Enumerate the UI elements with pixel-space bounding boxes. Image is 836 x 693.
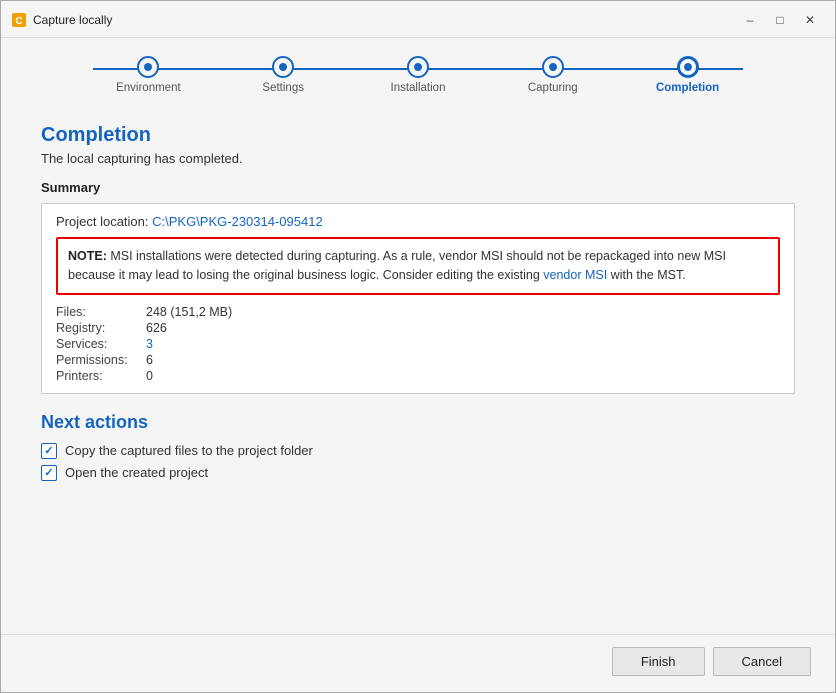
- window-title: Capture locally: [33, 13, 737, 27]
- finish-button[interactable]: Finish: [612, 647, 705, 676]
- step-label-settings: Settings: [262, 82, 304, 94]
- stepper: Environment Settings Installation Captur…: [81, 56, 755, 94]
- stat-label-1: Registry:: [56, 321, 146, 335]
- step-environment: Environment: [81, 56, 216, 94]
- footer: Finish Cancel: [1, 634, 835, 692]
- step-settings: Settings: [216, 56, 351, 94]
- stat-value-3: 6: [146, 353, 780, 367]
- window-controls: – □ ✕: [737, 9, 823, 31]
- step-label-installation: Installation: [391, 82, 446, 94]
- svg-text:C: C: [15, 16, 22, 27]
- stat-value-0: 248 (151,2 MB): [146, 305, 780, 319]
- maximize-button[interactable]: □: [767, 9, 793, 31]
- project-location-link[interactable]: C:\PKG\PKG-230314-095412: [152, 214, 323, 229]
- step-circle-completion: [677, 56, 699, 78]
- main-window: C Capture locally – □ ✕ Environment Set: [0, 0, 836, 693]
- main-content: Completion The local capturing has compl…: [1, 104, 835, 634]
- checkbox-icon-1: ✓: [41, 465, 57, 481]
- step-installation: Installation: [351, 56, 486, 94]
- project-location: Project location: C:\PKG\PKG-230314-0954…: [56, 214, 780, 229]
- project-location-label: Project location:: [56, 214, 149, 229]
- step-circle-capturing: [542, 56, 564, 78]
- stat-value-2: 3: [146, 337, 780, 351]
- close-button[interactable]: ✕: [797, 9, 823, 31]
- step-circle-settings: [272, 56, 294, 78]
- step-label-environment: Environment: [116, 82, 181, 94]
- stat-value-4: 0: [146, 369, 780, 383]
- stats-grid: Files:248 (151,2 MB)Registry:626Services…: [56, 305, 780, 383]
- checkmark-0: ✓: [44, 444, 53, 457]
- step-circle-installation: [407, 56, 429, 78]
- step-label-completion: Completion: [656, 82, 719, 94]
- summary-box: Project location: C:\PKG\PKG-230314-0954…: [41, 203, 795, 394]
- step-circle-environment: [137, 56, 159, 78]
- subtitle: The local capturing has completed.: [41, 151, 795, 166]
- checkmark-1: ✓: [44, 466, 53, 479]
- checkbox-row-0[interactable]: ✓ Copy the captured files to the project …: [41, 443, 795, 459]
- page-title: Completion: [41, 124, 795, 147]
- cancel-button[interactable]: Cancel: [713, 647, 811, 676]
- stat-label-3: Permissions:: [56, 353, 146, 367]
- checkbox-label-0: Copy the captured files to the project f…: [65, 443, 313, 458]
- stepper-area: Environment Settings Installation Captur…: [1, 38, 835, 104]
- warning-box: NOTE: MSI installations were detected du…: [56, 237, 780, 295]
- checkbox-row-1[interactable]: ✓ Open the created project: [41, 465, 795, 481]
- stat-label-0: Files:: [56, 305, 146, 319]
- step-completion: Completion: [620, 56, 755, 94]
- warning-note: NOTE:: [68, 249, 107, 263]
- checkbox-label-1: Open the created project: [65, 465, 208, 480]
- stat-value-1: 626: [146, 321, 780, 335]
- summary-label: Summary: [41, 180, 795, 195]
- stat-label-2: Services:: [56, 337, 146, 351]
- stat-label-4: Printers:: [56, 369, 146, 383]
- warning-suffix: with the MST.: [607, 268, 686, 282]
- checkbox-icon-0: ✓: [41, 443, 57, 459]
- next-actions-title: Next actions: [41, 412, 795, 433]
- step-capturing: Capturing: [485, 56, 620, 94]
- title-bar: C Capture locally – □ ✕: [1, 1, 835, 38]
- checkboxes-container: ✓ Copy the captured files to the project …: [41, 443, 795, 481]
- vendor-msi-link[interactable]: vendor MSI: [543, 268, 607, 282]
- minimize-button[interactable]: –: [737, 9, 763, 31]
- app-icon: C: [11, 12, 27, 28]
- step-label-capturing: Capturing: [528, 82, 578, 94]
